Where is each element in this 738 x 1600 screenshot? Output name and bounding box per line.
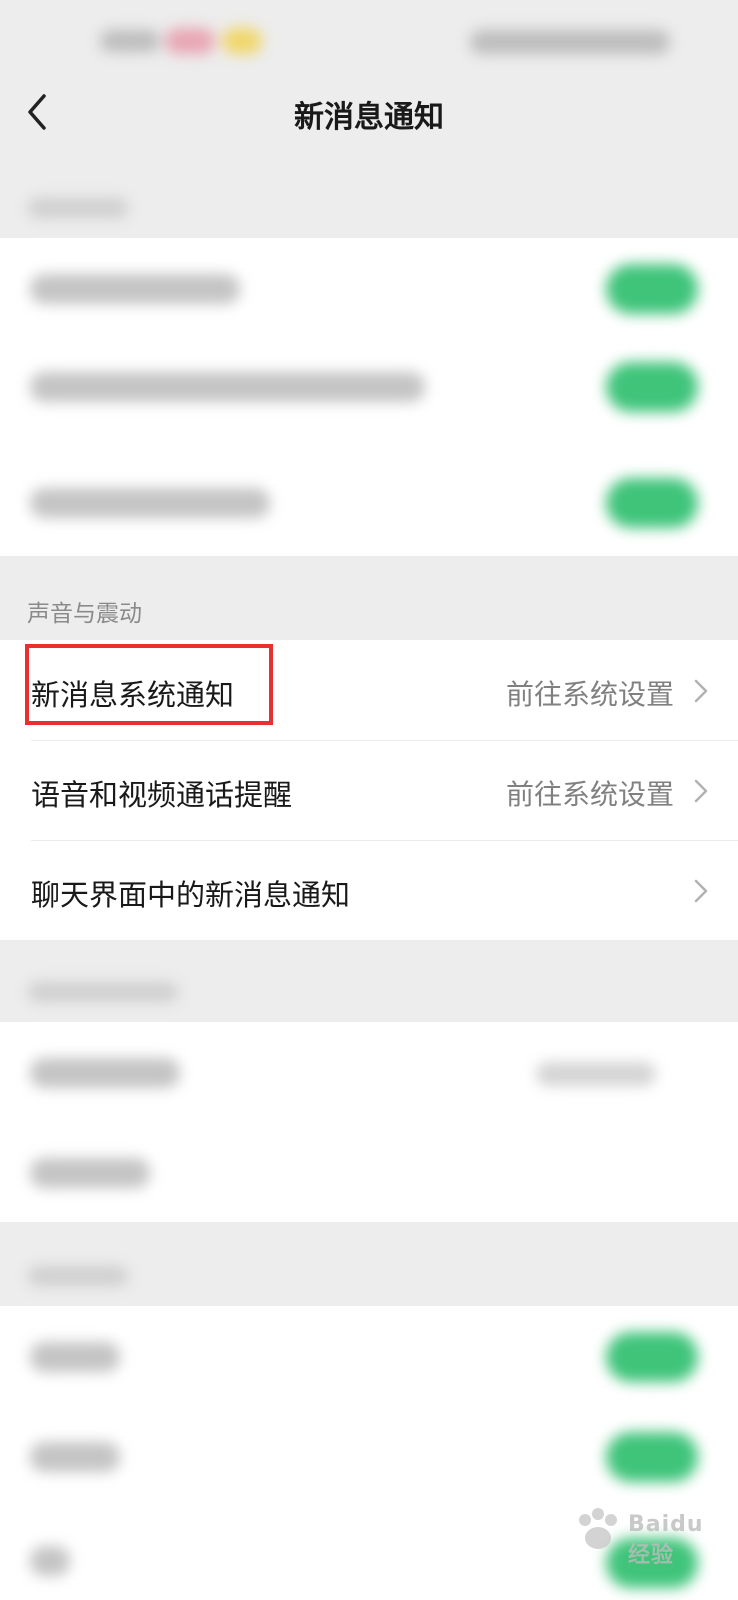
blurred-settings-card-2 [0,1022,738,1222]
chevron-right-icon [694,679,708,703]
row-label: 聊天界面中的新消息通知 [31,878,351,912]
blurred-settings-card [0,238,738,556]
watermark-text: Baidu 经验 [628,1512,704,1568]
page-title: 新消息通知 [294,100,444,135]
chevron-right-icon [694,879,708,903]
baidu-watermark: Baidu 经验 [566,1500,726,1568]
section-label-sound: 声音与震动 [27,601,142,627]
navigation-bar: 新消息通知 [0,60,738,165]
row-value: 前往系统设置 [505,778,674,811]
row-value: 前往系统设置 [505,678,674,711]
paw-icon [579,1508,617,1549]
chevron-right-icon [694,779,708,803]
highlight-annotation [25,644,273,725]
row-call-reminder[interactable]: 语音和视频通话提醒 前往系统设置 [0,740,738,840]
row-chat-notification[interactable]: 聊天界面中的新消息通知 [0,840,738,940]
row-label: 语音和视频通话提醒 [31,778,293,812]
